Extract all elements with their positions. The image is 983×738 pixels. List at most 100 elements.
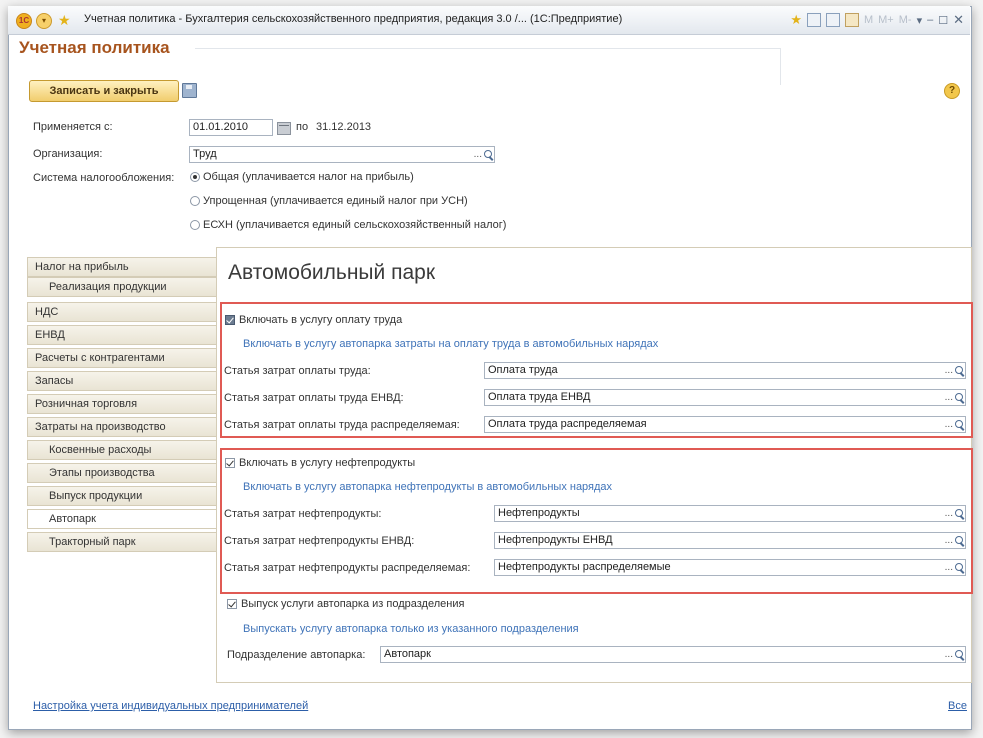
division-label: Подразделение автопарка: — [227, 649, 366, 661]
search-icon[interactable] — [954, 649, 964, 661]
table-icon[interactable] — [825, 13, 840, 27]
favorite-star-icon[interactable]: ★ — [58, 13, 72, 27]
period-from-field[interactable]: 01.01.2010 — [189, 119, 273, 136]
labor-row-1-field[interactable]: Оплата труда ... — [484, 362, 966, 379]
nav-item-production-stages[interactable]: Этапы производства — [27, 463, 217, 483]
title-divider — [195, 48, 781, 85]
period-to-value: 31.12.2013 — [316, 121, 372, 133]
tax-option-simplified[interactable]: Упрощенная (уплачивается единый налог пр… — [190, 195, 468, 207]
select-buttons: ... — [945, 391, 964, 404]
search-icon[interactable] — [954, 535, 964, 547]
labor-row-2-field[interactable]: Оплата труда ЕНВД ... — [484, 389, 966, 406]
nav-item-counterparties[interactable]: Расчеты с контрагентами — [27, 348, 217, 368]
fuel-row-2-field[interactable]: Нефтепродукты ЕНВД ... — [494, 532, 966, 549]
period-label: Применяется с: — [33, 121, 113, 133]
tax-system-label: Система налогообложения: — [33, 172, 175, 184]
search-icon[interactable] — [483, 149, 493, 161]
labor-row-2-label: Статья затрат оплаты труда ЕНВД: — [224, 392, 404, 404]
radio-selected-icon[interactable] — [190, 172, 200, 182]
search-icon[interactable] — [954, 562, 964, 574]
select-dots-button[interactable]: ... — [945, 364, 953, 377]
checkbox-checked-icon[interactable] — [227, 599, 237, 609]
form-title: Учетная политика — [19, 38, 170, 57]
select-dots-button[interactable]: ... — [945, 418, 953, 431]
labor-row-3-value: Оплата труда распределяемая — [488, 418, 647, 430]
labor-row-2-value: Оплата труда ЕНВД — [488, 391, 591, 403]
links-icon[interactable] — [806, 13, 821, 27]
select-dots-button[interactable]: ... — [945, 561, 953, 574]
checkbox-checked-icon[interactable] — [225, 315, 235, 325]
nav-item-product-sales[interactable]: Реализация продукции — [27, 277, 217, 297]
labor-checkbox[interactable]: Включать в услугу оплату труда — [225, 314, 402, 326]
radio-icon[interactable] — [190, 220, 200, 230]
tax-option-eshn[interactable]: ЕСХН (уплачивается единый сельскохозяйст… — [190, 219, 506, 231]
main-menu-icon[interactable]: ▾ — [36, 13, 52, 29]
fuel-checkbox[interactable]: Включать в услугу нефтепродукты — [225, 457, 415, 469]
window-title: Учетная политика - Бухгалтерия сельскохо… — [84, 13, 623, 25]
nav-item-motor-pool[interactable]: Автопарк — [27, 509, 217, 529]
search-icon[interactable] — [954, 508, 964, 520]
memory-m-button[interactable]: M — [864, 14, 873, 26]
fuel-row-3-value: Нефтепродукты распределяемые — [498, 561, 671, 573]
nav-item-envd[interactable]: ЕНВД — [27, 325, 217, 345]
window-titlebar: 1С ▾ ★ Учетная политика - Бухгалтерия се… — [8, 6, 970, 35]
ip-settings-link[interactable]: Настройка учета индивидуальных предприни… — [33, 700, 308, 712]
fuel-row-2-label: Статья затрат нефтепродукты ЕНВД: — [224, 535, 415, 547]
division-hint: Выпускать услугу автопарка только из ука… — [243, 623, 579, 635]
save-and-close-button[interactable]: Записать и закрыть — [29, 80, 179, 102]
fuel-checkbox-label: Включать в услугу нефтепродукты — [239, 457, 416, 469]
nav-item-product-output[interactable]: Выпуск продукции — [27, 486, 217, 506]
select-buttons: ... — [945, 561, 964, 574]
select-buttons: ... — [945, 364, 964, 377]
maximize-icon[interactable]: ☐ — [938, 14, 948, 27]
close-icon[interactable]: ✕ — [953, 12, 964, 28]
radio-icon[interactable] — [190, 196, 200, 206]
content-title: Автомобильный парк — [228, 261, 436, 284]
dropdown-icon[interactable]: ▾ — [917, 14, 923, 27]
organization-field[interactable]: Труд ... — [189, 146, 495, 163]
nav-item-vat[interactable]: НДС — [27, 302, 217, 322]
nav-item-profit-tax[interactable]: Налог на прибыль — [27, 257, 217, 277]
select-dots-button[interactable]: ... — [945, 534, 953, 547]
nav-item-retail[interactable]: Розничная торговля — [27, 394, 217, 414]
app-logo-icon[interactable]: 1С — [16, 13, 32, 29]
labor-row-1-label: Статья затрат оплаты труда: — [224, 365, 371, 377]
search-icon[interactable] — [954, 365, 964, 377]
labor-row-3-field[interactable]: Оплата труда распределяемая ... — [484, 416, 966, 433]
select-buttons: ... — [945, 418, 964, 431]
select-dots-button[interactable]: ... — [945, 648, 953, 661]
select-dots-button[interactable]: ... — [945, 391, 953, 404]
tax-option-simplified-label: Упрощенная (уплачивается единый налог пр… — [203, 195, 468, 207]
select-buttons: ... — [945, 648, 964, 661]
all-link[interactable]: Все — [948, 700, 967, 712]
nav-item-indirect-costs[interactable]: Косвенные расходы — [27, 440, 217, 460]
division-checkbox[interactable]: Выпуск услуги автопарка из подразделения — [227, 598, 464, 610]
minimize-icon[interactable]: – — [927, 14, 933, 26]
select-buttons: ... — [945, 534, 964, 547]
nav-item-production-costs[interactable]: Затраты на производство — [27, 417, 217, 437]
search-icon[interactable] — [954, 419, 964, 431]
select-dots-button[interactable]: ... — [945, 507, 953, 520]
memory-plus-button[interactable]: M+ — [878, 14, 894, 26]
save-disk-icon[interactable] — [182, 83, 197, 98]
nav-item-inventory[interactable]: Запасы — [27, 371, 217, 391]
fuel-row-3-field[interactable]: Нефтепродукты распределяемые ... — [494, 559, 966, 576]
labor-hint: Включать в услугу автопарка затраты на о… — [243, 338, 659, 350]
tax-option-general[interactable]: Общая (уплачивается налог на прибыль) — [190, 171, 414, 183]
calendar-icon[interactable] — [844, 13, 859, 27]
search-icon[interactable] — [954, 392, 964, 404]
calendar-picker-icon[interactable] — [277, 122, 291, 135]
organization-label: Организация: — [33, 148, 103, 160]
division-field[interactable]: Автопарк ... — [380, 646, 966, 663]
favorites-icon[interactable]: ★ — [790, 12, 802, 28]
organization-value: Труд — [193, 148, 217, 160]
checkbox-checked-icon[interactable] — [225, 458, 235, 468]
help-icon[interactable]: ? — [944, 83, 960, 99]
labor-row-1-value: Оплата труда — [488, 364, 558, 376]
nav-item-tractor-pool[interactable]: Тракторный парк — [27, 532, 217, 552]
memory-minus-button[interactable]: M- — [899, 14, 912, 26]
fuel-row-2-value: Нефтепродукты ЕНВД — [498, 534, 613, 546]
select-buttons: ... — [945, 507, 964, 520]
select-dots-button[interactable]: ... — [474, 148, 482, 161]
fuel-row-1-field[interactable]: Нефтепродукты ... — [494, 505, 966, 522]
